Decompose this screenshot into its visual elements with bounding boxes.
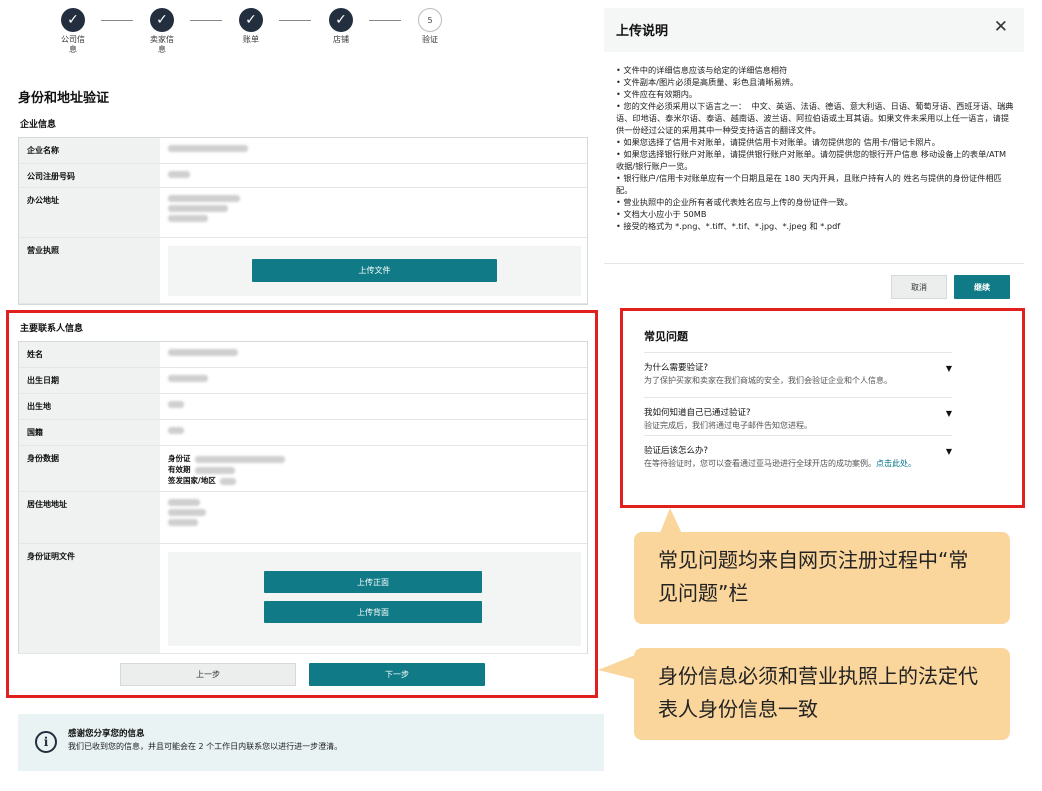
step-label: 账单 (243, 35, 259, 44)
field-label: 办公地址 (19, 188, 160, 237)
modal-footer: 取消 继续 (604, 263, 1024, 303)
redacted-value (168, 195, 240, 202)
check-icon: ✓ (239, 8, 263, 32)
field-label: 营业执照 (19, 238, 160, 303)
instruction-item: • 如果您选择银行账户对账单，请提供银行账户对账单。请勿提供您的银行开户信息 移… (616, 149, 1009, 171)
banner-title: 感谢您分享您的信息 (68, 729, 145, 739)
field-label: 企业名称 (19, 138, 160, 163)
company-info-table: 企业名称 公司注册号码 办公地址 营业执照 上传文件 (18, 137, 588, 305)
step-number: 5 (418, 8, 442, 32)
redacted-value (168, 145, 248, 152)
step-connector (279, 20, 311, 21)
info-icon: i (35, 731, 57, 753)
instruction-item: • 文档大小应小于 50MB (616, 209, 707, 219)
progress-stepper: ✓ 公司信 息 ✓ 卖家信 息 ✓ 账单 ✓ 店铺 5 验证 (40, 8, 470, 63)
upload-instructions-modal: 上传说明 ✕ • 文件中的详细信息应该与给定的详细信息相符 • 文件副本/图片必… (604, 8, 1024, 303)
step-connector (190, 20, 222, 21)
step-label: 卖家信 息 (150, 35, 174, 54)
step-store[interactable]: ✓ 店铺 (311, 8, 371, 45)
company-section-title: 企业信息 (20, 120, 57, 130)
step-label: 公司信 息 (61, 35, 85, 54)
instruction-item: • 银行账户/信用卡对账单应有一个日期且是在 180 天内开具，且账户持有人的 … (616, 173, 1002, 195)
cancel-button[interactable]: 取消 (891, 275, 947, 299)
modal-header: 上传说明 ✕ (604, 8, 1024, 52)
instruction-item: • 如果您选择了信用卡对账单，请提供信用卡对账单。请勿提供您的 信用卡/借记卡照… (616, 137, 940, 147)
id-annotation-callout: 身份信息必须和营业执照上的法定代表人身份信息一致 (634, 648, 1010, 740)
instruction-item: • 文件中的详细信息应该与给定的详细信息相符 (616, 65, 788, 75)
instruction-item: • 文件应在有效期内。 (616, 89, 698, 99)
page-title: 身份和地址验证 (18, 91, 110, 106)
upload-license-button[interactable]: 上传文件 (252, 259, 497, 282)
continue-button[interactable]: 继续 (954, 275, 1010, 299)
step-label: 验证 (422, 35, 438, 44)
redacted-value (168, 205, 228, 212)
info-banner: i 感谢您分享您的信息 我们已收到您的信息，并且可能会在 2 个工作日内联系您以… (18, 714, 604, 771)
modal-title: 上传说明 (616, 24, 669, 39)
redacted-value (168, 215, 208, 222)
instruction-item: • 营业执照中的企业所有者或代表姓名应与上传的身份证件一致。 (616, 197, 853, 207)
check-icon: ✓ (61, 8, 85, 32)
step-connector (101, 20, 133, 21)
step-label: 店铺 (333, 35, 349, 44)
highlight-faq-section (620, 308, 1025, 508)
check-icon: ✓ (329, 8, 353, 32)
instruction-item: • 接受的格式为 *.png、*.tiff、*.tif、*.jpg、*.jpeg… (616, 221, 841, 231)
callout-pointer (598, 654, 638, 680)
step-company-info[interactable]: ✓ 公司信 息 (43, 8, 103, 55)
row-registration-number: 公司注册号码 (19, 164, 587, 188)
step-billing[interactable]: ✓ 账单 (221, 8, 281, 45)
redacted-value (168, 171, 190, 178)
row-office-address: 办公地址 (19, 188, 587, 238)
check-icon: ✓ (150, 8, 174, 32)
modal-instructions-list: • 文件中的详细信息应该与给定的详细信息相符 • 文件副本/图片必须是高质量、彩… (616, 64, 1016, 232)
close-icon[interactable]: ✕ (994, 17, 1008, 37)
banner-text: 我们已收到您的信息，并且可能会在 2 个工作日内联系您以进行进一步澄清。 (68, 742, 343, 751)
step-verification[interactable]: 5 验证 (400, 8, 460, 45)
step-connector (369, 20, 401, 21)
step-seller-info[interactable]: ✓ 卖家信 息 (132, 8, 192, 55)
faq-annotation-callout: 常见问题均来自网页注册过程中“常见问题”栏 (634, 532, 1010, 624)
highlight-contact-section (6, 310, 598, 698)
row-company-name: 企业名称 (19, 138, 587, 164)
instruction-item: • 文件副本/图片必须是高质量、彩色且清晰易辨。 (616, 77, 799, 87)
instruction-item: • 您的文件必须采用以下语言之一： 中文、英语、法语、德语、意大利语、日语、葡萄… (616, 101, 1014, 135)
field-label: 公司注册号码 (19, 164, 160, 187)
